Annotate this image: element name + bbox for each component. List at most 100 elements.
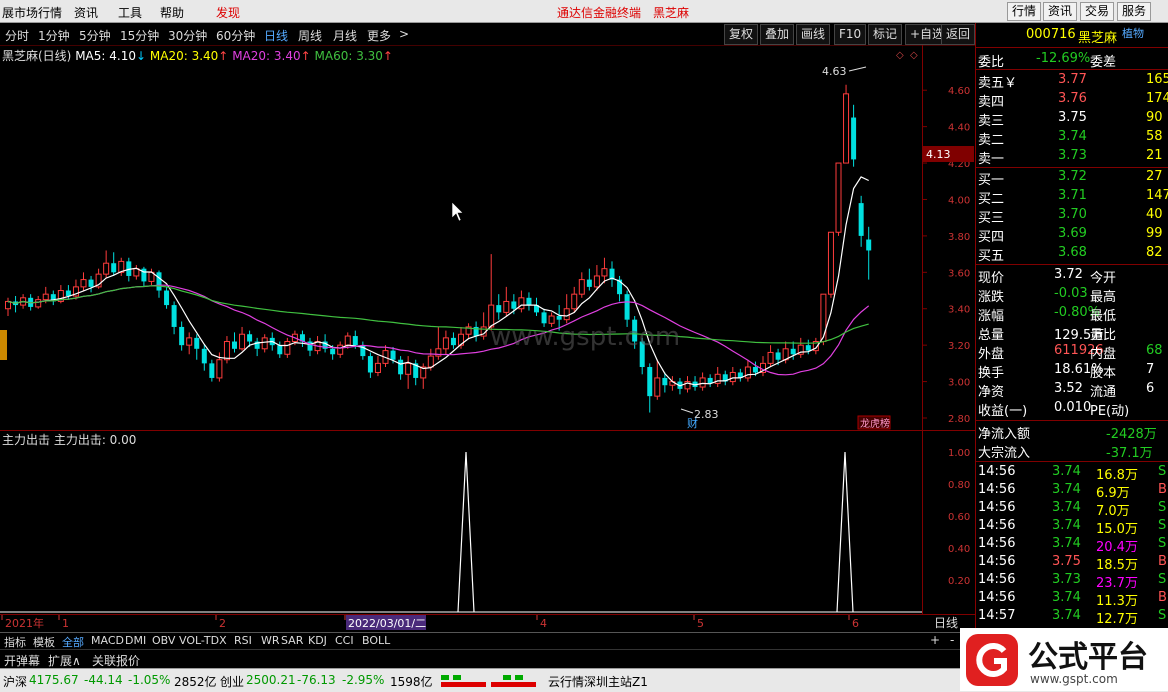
tick-time: 14:56 — [978, 500, 1016, 515]
ask-volume: 165 — [1146, 72, 1168, 87]
indicator-tab-模板[interactable]: 模板 — [33, 634, 55, 650]
stat-label: 净资 — [978, 385, 1005, 400]
candle-body-down — [790, 348, 796, 355]
candle-body-down — [752, 367, 758, 373]
candle-body-down — [647, 367, 653, 397]
longhu-badge[interactable]: 龙虎榜 — [860, 417, 890, 430]
period-monthly[interactable]: 月线 — [333, 27, 357, 44]
high-pointer — [848, 66, 867, 72]
stat-label: 涨跌 — [978, 290, 1005, 305]
button-back[interactable]: 返回 — [941, 24, 975, 45]
candle-body-down — [171, 305, 177, 327]
tick-volume: 18.5万 — [1096, 558, 1138, 573]
indicator-tab-指标[interactable]: 指标 — [4, 634, 26, 650]
date-label: 5 — [697, 617, 704, 630]
button-related-quotes[interactable]: 关联报价 — [92, 652, 140, 669]
indicator-tab-cci[interactable]: CCI — [335, 634, 354, 647]
left-collapse-handle[interactable] — [0, 330, 7, 360]
sector-tag[interactable]: 植物 — [1122, 25, 1144, 41]
diamond-icon[interactable]: ◇ — [910, 50, 918, 61]
candle-body-down — [277, 345, 283, 355]
price-tick-label: 2.80 — [948, 414, 970, 425]
ask-price: 3.76 — [1058, 91, 1087, 106]
indicator-tab-vol-tdx[interactable]: VOL-TDX — [179, 634, 227, 647]
period-60min[interactable]: 60分钟 — [216, 27, 255, 44]
menu-help[interactable]: 帮助 — [160, 4, 184, 21]
panel-divider — [976, 47, 1168, 48]
chevron-right-icon[interactable]: > — [399, 27, 409, 41]
candle-body-down — [496, 305, 502, 313]
zoom-out-button[interactable]: - — [950, 633, 954, 647]
indicator-tab-全部[interactable]: 全部 — [62, 634, 84, 650]
indicator-tab-rsi[interactable]: RSI — [234, 634, 252, 647]
top-button-news[interactable]: 资讯 — [1043, 2, 1078, 21]
indicator-tab-kdj[interactable]: KDJ — [308, 634, 327, 647]
candle-body-up — [103, 262, 110, 275]
zoom-in-button[interactable]: + — [930, 633, 940, 647]
indicator-tab-macd[interactable]: MACD — [91, 634, 124, 647]
candle-body-down — [450, 337, 456, 346]
stat-label-2: 最低 — [1090, 309, 1117, 324]
indicator-tab-wr[interactable]: WR — [261, 634, 280, 647]
button-draw[interactable]: 画线 — [796, 24, 831, 45]
button-overlay[interactable]: 叠加 — [760, 24, 795, 45]
candle-body-up — [337, 344, 344, 355]
sh-value: 4175.67 — [29, 673, 79, 687]
menu-discover[interactable]: 发现 — [216, 4, 240, 21]
price-axis-labels: 4.604.404.204.003.803.603.403.203.002.80 — [922, 86, 970, 425]
sh-pct: -1.05% — [128, 673, 171, 687]
kline-chart[interactable]: 4.604.404.204.003.803.603.403.203.002.80… — [0, 45, 975, 632]
menu-tools[interactable]: 工具 — [118, 4, 142, 21]
bid-label: 买四 — [978, 230, 1005, 245]
stat-value: -0.03 — [1054, 286, 1088, 301]
period-5min[interactable]: 5分钟 — [79, 27, 111, 44]
button-expand[interactable]: 扩展∧ — [48, 652, 81, 669]
period-weekly[interactable]: 周线 — [298, 27, 322, 44]
sh-amount: 2852亿 — [174, 675, 217, 689]
button-mark[interactable]: 标记 — [868, 24, 903, 45]
period-15min[interactable]: 15分钟 — [120, 27, 159, 44]
finance-badge[interactable]: 财 — [687, 416, 698, 430]
stat-value: 3.72 — [1054, 267, 1083, 282]
button-danmaku[interactable]: 开弹幕 — [4, 652, 40, 669]
top-button-trade[interactable]: 交易 — [1080, 2, 1115, 21]
period-30min[interactable]: 30分钟 — [168, 27, 207, 44]
indicator-tab-dmi[interactable]: DMI — [125, 634, 146, 647]
period-more[interactable]: 更多 — [367, 27, 391, 44]
date-label: 6 — [852, 617, 859, 630]
period-timeshare[interactable]: 分时 — [5, 27, 29, 44]
diamond-icon[interactable]: ◇ — [896, 50, 904, 61]
candle-body-down — [586, 279, 592, 287]
candle-body-down — [511, 301, 517, 309]
menu-news[interactable]: 资讯 — [74, 4, 98, 21]
indicator-tab-sar[interactable]: SAR — [281, 634, 303, 647]
stat-value-2: 6 — [1146, 381, 1155, 396]
period-1min[interactable]: 1分钟 — [38, 27, 70, 44]
candle-body-down — [247, 334, 253, 342]
bid-price: 3.69 — [1058, 226, 1087, 241]
sh-label: 沪深 — [3, 675, 28, 689]
top-button-quotes[interactable]: 行情 — [1007, 2, 1042, 21]
stat-label-2: 量比 — [1090, 328, 1117, 343]
cy-change: -76.13 — [297, 673, 336, 687]
tick-price: 3.74 — [1052, 536, 1081, 551]
top-button-service[interactable]: 服务 — [1117, 2, 1152, 21]
candle-body-up — [216, 359, 223, 379]
stat-label-2: 内盘 — [1090, 347, 1117, 362]
candle-body-down — [352, 336, 358, 346]
panel-divider — [976, 264, 1168, 265]
menu-market[interactable]: 展市场行情 — [2, 4, 62, 21]
button-restore-rights[interactable]: 复权 — [724, 24, 759, 45]
stat-label-2: 流通 — [1090, 385, 1117, 400]
panel-divider — [976, 69, 1168, 70]
ask-price: 3.74 — [1058, 129, 1087, 144]
button-f10[interactable]: F10 — [834, 24, 867, 45]
indicator-tick-label: 0.60 — [948, 512, 970, 523]
candle-body-up — [344, 335, 351, 346]
indicator-tab-boll[interactable]: BOLL — [362, 634, 390, 647]
period-daily[interactable]: 日线 — [264, 27, 288, 44]
tick-price: 3.74 — [1052, 608, 1081, 623]
watermark: www.gspt.com — [490, 322, 680, 352]
indicator-tab-obv[interactable]: OBV — [152, 634, 175, 647]
stat-label: 涨幅 — [978, 309, 1005, 324]
